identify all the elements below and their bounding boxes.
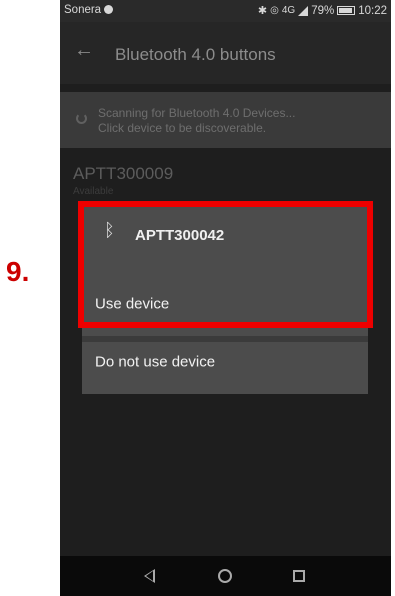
page-title: Bluetooth 4.0 buttons <box>115 45 276 64</box>
carrier-name: Sonera <box>64 4 102 16</box>
scanning-hint: Click device to be discoverable. <box>98 121 267 135</box>
step-number: 9. <box>6 256 30 287</box>
spinner-icon <box>76 113 87 124</box>
navigation-bar <box>60 556 391 596</box>
alarm-icon: ◎ <box>270 5 279 16</box>
carrier-group: Sonera <box>64 4 114 16</box>
device-list-item-name[interactable]: APTT300009 <box>73 164 173 184</box>
battery-icon <box>337 6 356 15</box>
scanning-banner: Scanning for Bluetooth 4.0 Devices... Cl… <box>60 92 391 148</box>
device-list-item-status: Available <box>73 186 114 197</box>
nav-back-icon[interactable] <box>144 569 155 583</box>
do-not-use-device-label: Do not use device <box>95 353 216 371</box>
app-bar: ← Bluetooth 4.0 buttons <box>60 22 391 84</box>
nav-home-icon[interactable] <box>218 569 232 583</box>
signal-icon <box>298 5 309 16</box>
back-arrow-icon[interactable]: ← <box>74 39 94 62</box>
clock: 10:22 <box>358 4 387 17</box>
status-bar: Sonera ✱ ◎ 4G 79% 10:22 <box>60 0 391 22</box>
battery-level <box>339 8 352 13</box>
do-not-use-device-option[interactable]: Do not use device <box>82 334 368 390</box>
carrier-dot-icon <box>104 5 114 14</box>
bluetooth-status-icon: ✱ <box>257 5 268 17</box>
page: 9. Sonera ✱ ◎ 4G 79% 10:22 ← Bluetooth 4… <box>0 0 395 596</box>
battery-percent: 79% <box>311 4 335 17</box>
scanning-text: Scanning for Bluetooth 4.0 Devices... <box>98 106 296 120</box>
network-type: 4G <box>281 5 296 16</box>
nav-recents-icon[interactable] <box>293 570 305 582</box>
highlight-box <box>78 201 373 328</box>
status-icons: ✱ ◎ 4G 79% 10:22 <box>257 4 387 18</box>
